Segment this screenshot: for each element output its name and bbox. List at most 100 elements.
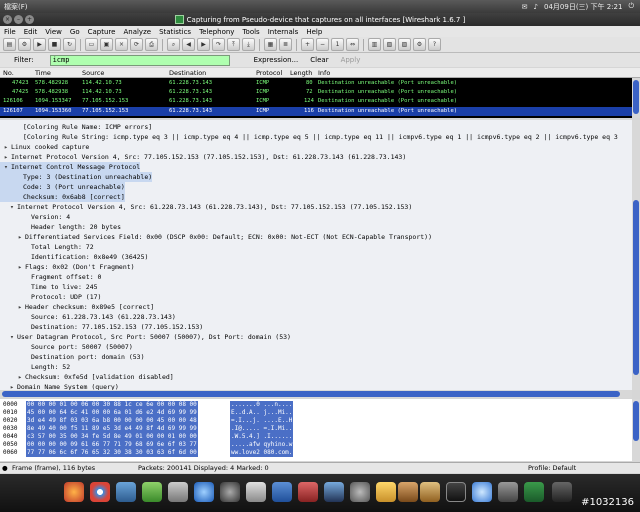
- col-time[interactable]: Time: [35, 69, 51, 77]
- hex-offset[interactable]: 0030: [3, 425, 17, 433]
- browser-icon[interactable]: [324, 482, 344, 502]
- expander-icon[interactable]: ▸: [18, 302, 25, 312]
- expert-info-icon[interactable]: ●: [2, 464, 8, 472]
- reload-icon[interactable]: ⟳: [130, 38, 143, 51]
- trash-icon[interactable]: [552, 482, 572, 502]
- display-filters-icon[interactable]: ▧: [383, 38, 396, 51]
- col-info[interactable]: Info: [318, 69, 330, 77]
- detail-line[interactable]: Length: 52: [0, 362, 70, 372]
- detail-line[interactable]: Checksum: 0x6ab8 [correct]: [0, 192, 125, 202]
- activity-icon[interactable]: [498, 482, 518, 502]
- menu-go[interactable]: Go: [66, 28, 84, 36]
- hex-ascii[interactable]: .....afw qyhino.w: [230, 441, 294, 449]
- packet-row[interactable]: 47423 578.482928 114.42.10.73 61.228.73.…: [0, 79, 632, 88]
- safari-icon[interactable]: [472, 482, 492, 502]
- menu-tools[interactable]: Tools: [238, 28, 263, 36]
- media-player-icon[interactable]: [194, 482, 214, 502]
- detail-line[interactable]: [Coloring Rule String: icmp.type eq 3 ||…: [0, 132, 618, 142]
- hex-offset[interactable]: 0020: [3, 417, 17, 425]
- expression-button[interactable]: Expression...: [250, 56, 303, 64]
- details-scrollbar[interactable]: [632, 120, 640, 390]
- hex-bytes[interactable]: 45 00 00 64 6c 41 00 00 6a 01 d6 e2 4d 6…: [26, 409, 198, 417]
- detail-line[interactable]: Time to live: 245: [0, 282, 98, 292]
- scroll-thumb[interactable]: [633, 401, 639, 441]
- hex-ascii[interactable]: .......0 ...n....: [230, 401, 294, 409]
- maximize-window-button[interactable]: +: [25, 15, 34, 24]
- hex-offset[interactable]: 0050: [3, 441, 17, 449]
- hex-offset[interactable]: 0060: [3, 449, 17, 457]
- music-icon[interactable]: [220, 482, 240, 502]
- hex-bytes[interactable]: 8e 49 40 00 f5 11 89 e5 3d e4 49 8f 4d 6…: [26, 425, 198, 433]
- detail-line[interactable]: ▾ Internet Control Message Protocol: [0, 162, 141, 172]
- detail-line[interactable]: Identification: 0x8e49 (36425): [0, 252, 148, 262]
- detail-line[interactable]: Protocol: UDP (17): [0, 292, 101, 302]
- detail-line[interactable]: Version: 4: [0, 212, 70, 222]
- detail-line[interactable]: ▸ Differentiated Services Field: 0x00 (DS…: [0, 232, 432, 242]
- hex-offset[interactable]: 0010: [3, 409, 17, 417]
- stop-capture-icon[interactable]: ■: [48, 38, 61, 51]
- expander-icon[interactable]: ▸: [18, 262, 25, 272]
- menu-file[interactable]: File: [0, 28, 20, 36]
- hex-ascii[interactable]: =.I...j. ....E..H: [230, 417, 294, 425]
- restart-capture-icon[interactable]: ↻: [63, 38, 76, 51]
- system-clock[interactable]: 04月09日(三) 下午 2:21: [544, 2, 622, 12]
- clear-button[interactable]: Clear: [306, 56, 332, 64]
- terminal-icon[interactable]: [298, 482, 318, 502]
- expander-icon[interactable]: ▾: [10, 332, 17, 342]
- expander-icon[interactable]: ▸: [4, 142, 11, 152]
- interfaces-icon[interactable]: ▤: [3, 38, 16, 51]
- expander-icon[interactable]: ▸: [18, 372, 25, 382]
- menu-internals[interactable]: Internals: [264, 28, 303, 36]
- file-menu[interactable]: 檔案(F): [4, 2, 28, 12]
- detail-line[interactable]: ▾ User Datagram Protocol, Src Port: 50007…: [0, 332, 291, 342]
- apply-button[interactable]: Apply: [337, 56, 365, 64]
- help-icon[interactable]: ?: [428, 38, 441, 51]
- hex-bytes[interactable]: 00 00 00 00 09 61 66 77 71 79 68 69 6e 6…: [26, 441, 198, 449]
- last-packet-icon[interactable]: ⤓: [242, 38, 255, 51]
- hex-ascii[interactable]: .W.5.4.] .I......: [230, 433, 294, 441]
- detail-line[interactable]: ▸ Domain Name System (query): [0, 382, 119, 390]
- scroll-thumb[interactable]: [2, 391, 620, 397]
- software-center-icon[interactable]: [142, 482, 162, 502]
- volume-icon[interactable]: ♪: [534, 3, 538, 11]
- menu-analyze[interactable]: Analyze: [119, 28, 155, 36]
- resize-columns-icon[interactable]: ⇔: [346, 38, 359, 51]
- zoom-out-icon[interactable]: −: [316, 38, 329, 51]
- firefox-icon[interactable]: [64, 482, 84, 502]
- hex-offset[interactable]: 0000: [3, 401, 17, 409]
- start-capture-icon[interactable]: ▶: [33, 38, 46, 51]
- colorize-icon[interactable]: ▦: [264, 38, 277, 51]
- menu-view[interactable]: View: [41, 28, 66, 36]
- menu-capture[interactable]: Capture: [84, 28, 120, 36]
- mail-icon[interactable]: ✉: [522, 3, 528, 11]
- normal-size-icon[interactable]: 1: [331, 38, 344, 51]
- wireshark-dock-icon[interactable]: [524, 482, 544, 502]
- notes-icon[interactable]: [376, 482, 396, 502]
- detail-line[interactable]: Code: 3 (Port unreachable): [0, 182, 125, 192]
- hex-ascii[interactable]: E..d.A.. j...Mi..: [230, 409, 294, 417]
- scroll-thumb[interactable]: [633, 80, 639, 114]
- hex-ascii[interactable]: ww.love2 080.com.: [230, 449, 294, 457]
- zoom-in-icon[interactable]: +: [301, 38, 314, 51]
- menu-edit[interactable]: Edit: [20, 28, 42, 36]
- hex-offset[interactable]: 0040: [3, 433, 17, 441]
- menu-statistics[interactable]: Statistics: [155, 28, 195, 36]
- detail-line[interactable]: Source: 61.228.73.143 (61.228.73.143): [0, 312, 176, 322]
- packet-list-scrollbar[interactable]: [632, 78, 640, 118]
- save-file-icon[interactable]: ▣: [100, 38, 113, 51]
- filter-input[interactable]: [49, 54, 230, 66]
- options-icon[interactable]: ⚙: [18, 38, 31, 51]
- capture-filters-icon[interactable]: ▥: [368, 38, 381, 51]
- autoscroll-icon[interactable]: ≣: [279, 38, 292, 51]
- print-icon[interactable]: ⎙: [145, 38, 158, 51]
- detail-line[interactable]: Total Length: 72: [0, 242, 94, 252]
- hex-bytes[interactable]: c3 57 00 35 00 34 fe 5d 8e 49 01 00 00 0…: [26, 433, 198, 441]
- hex-ascii[interactable]: .I@..... =.I.Mi..: [230, 425, 294, 433]
- coloring-rules-icon[interactable]: ▨: [398, 38, 411, 51]
- preferences-icon[interactable]: ⚙: [413, 38, 426, 51]
- find-packet-icon[interactable]: ⌕: [167, 38, 180, 51]
- first-packet-icon[interactable]: ⤒: [227, 38, 240, 51]
- expander-icon[interactable]: ▾: [10, 202, 17, 212]
- menu-telephony[interactable]: Telephony: [195, 28, 238, 36]
- open-file-icon[interactable]: ▭: [85, 38, 98, 51]
